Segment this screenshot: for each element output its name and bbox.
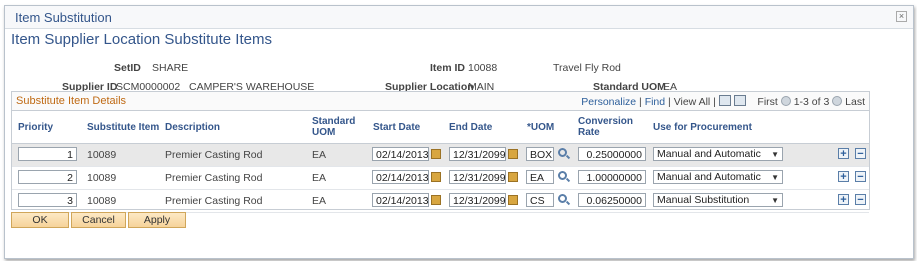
procurement-value: Manual Substitution xyxy=(657,194,750,206)
calendar-icon[interactable] xyxy=(431,149,441,159)
standard-uom: EA xyxy=(312,195,327,207)
zoom-grid-icon[interactable] xyxy=(718,95,731,106)
conversion-rate-input[interactable]: 1.00000000 xyxy=(578,170,646,184)
calendar-icon[interactable] xyxy=(508,149,518,159)
uom-input[interactable]: BOX xyxy=(526,147,554,161)
col-substitute-item: Substitute Item xyxy=(87,121,160,133)
item-description: Travel Fly Rod xyxy=(553,62,621,74)
lookup-icon[interactable] xyxy=(558,171,567,180)
lookup-icon[interactable] xyxy=(558,148,567,157)
chevron-down-icon: ▼ xyxy=(771,196,779,205)
add-row-button[interactable]: + xyxy=(838,194,849,206)
delete-row-button[interactable]: − xyxy=(855,171,866,183)
download-icon[interactable] xyxy=(733,95,746,106)
setid-value: SHARE xyxy=(152,62,189,74)
lookup-icon[interactable] xyxy=(558,194,567,203)
view-all-link[interactable]: View All xyxy=(674,96,711,108)
start-date-input[interactable]: 02/14/2013 xyxy=(372,147,429,161)
calendar-icon[interactable] xyxy=(508,195,518,205)
dialog-title: Item Substitution xyxy=(15,10,112,25)
col-start-date: Start Date xyxy=(373,121,421,133)
col-end-date: End Date xyxy=(449,121,493,133)
itemid-label: Item ID xyxy=(430,62,466,74)
standard-uom: EA xyxy=(312,172,327,184)
grid-navigation: Personalize | Find | View All | First 1-… xyxy=(581,95,865,108)
last-link[interactable]: Last xyxy=(845,96,865,108)
end-date-input[interactable]: 12/31/2099 xyxy=(449,170,506,184)
chevron-down-icon: ▼ xyxy=(771,150,779,159)
priority-input[interactable]: 2 xyxy=(18,170,77,184)
grid-header: Substitute Item Details Personalize | Fi… xyxy=(12,92,869,111)
substitute-item: 10089 xyxy=(87,172,117,184)
previous-icon[interactable] xyxy=(780,96,791,106)
description: Premier Casting Rod xyxy=(165,149,263,161)
calendar-icon[interactable] xyxy=(431,195,441,205)
col-standard-uom: Standard UOM xyxy=(312,116,356,138)
page-title: Item Supplier Location Substitute Items xyxy=(11,31,272,48)
procurement-select[interactable]: Manual and Automatic ▼ xyxy=(653,170,783,184)
end-date-input[interactable]: 12/31/2099 xyxy=(449,193,506,207)
description: Premier Casting Rod xyxy=(165,172,263,184)
find-link[interactable]: Find xyxy=(645,96,665,108)
uom-input[interactable]: EA xyxy=(526,170,554,184)
close-icon[interactable]: × xyxy=(896,11,907,22)
substitute-item: 10089 xyxy=(87,195,117,207)
grid-title: Substitute Item Details xyxy=(16,95,127,107)
start-date-input[interactable]: 02/14/2013 xyxy=(372,193,429,207)
col-description: Description xyxy=(165,121,221,133)
chevron-down-icon: ▼ xyxy=(771,173,779,182)
apply-button[interactable]: Apply xyxy=(128,212,186,228)
column-headers: Priority Substitute Item Description Sta… xyxy=(12,111,869,144)
substitute-item-grid: Substitute Item Details Personalize | Fi… xyxy=(11,91,870,213)
procurement-select[interactable]: Manual and Automatic ▼ xyxy=(653,147,783,161)
table-row: 2 10089 Premier Casting Rod EA 02/14/201… xyxy=(12,167,869,190)
calendar-icon[interactable] xyxy=(508,172,518,182)
add-row-button[interactable]: + xyxy=(838,171,849,183)
substitute-item: 10089 xyxy=(87,149,117,161)
procurement-value: Manual and Automatic xyxy=(657,171,761,183)
description: Premier Casting Rod xyxy=(165,195,263,207)
ok-button[interactable]: OK xyxy=(11,212,69,228)
col-priority: Priority xyxy=(18,121,54,133)
table-row: 1 10089 Premier Casting Rod EA 02/14/201… xyxy=(12,144,869,167)
delete-row-button[interactable]: − xyxy=(855,194,866,206)
col-uom: *UOM xyxy=(527,121,555,133)
procurement-value: Manual and Automatic xyxy=(657,148,761,160)
itemid-value: 10088 xyxy=(468,62,498,74)
start-date-input[interactable]: 02/14/2013 xyxy=(372,170,429,184)
priority-input[interactable]: 1 xyxy=(18,147,77,161)
standard-uom: EA xyxy=(312,149,327,161)
col-conversion-rate: Conversion Rate xyxy=(578,116,634,138)
priority-input[interactable]: 3 xyxy=(18,193,77,207)
uom-input[interactable]: CS xyxy=(526,193,554,207)
next-icon[interactable] xyxy=(832,96,843,106)
setid-label: SetID xyxy=(114,62,141,74)
conversion-rate-input[interactable]: 0.25000000 xyxy=(578,147,646,161)
add-row-button[interactable]: + xyxy=(838,148,849,160)
end-date-input[interactable]: 12/31/2099 xyxy=(449,147,506,161)
personalize-link[interactable]: Personalize xyxy=(581,96,636,108)
calendar-icon[interactable] xyxy=(431,172,441,182)
table-row: 3 10089 Premier Casting Rod EA 02/14/201… xyxy=(12,190,869,213)
row-range: 1-3 of 3 xyxy=(793,96,830,108)
delete-row-button[interactable]: − xyxy=(855,148,866,160)
first-link[interactable]: First xyxy=(757,96,777,108)
cancel-button[interactable]: Cancel xyxy=(71,212,126,228)
dialog-titlebar: Item Substitution × xyxy=(5,6,913,29)
procurement-select[interactable]: Manual Substitution ▼ xyxy=(653,193,783,207)
conversion-rate-input[interactable]: 0.06250000 xyxy=(578,193,646,207)
col-use-for-procurement: Use for Procurement xyxy=(653,121,752,133)
